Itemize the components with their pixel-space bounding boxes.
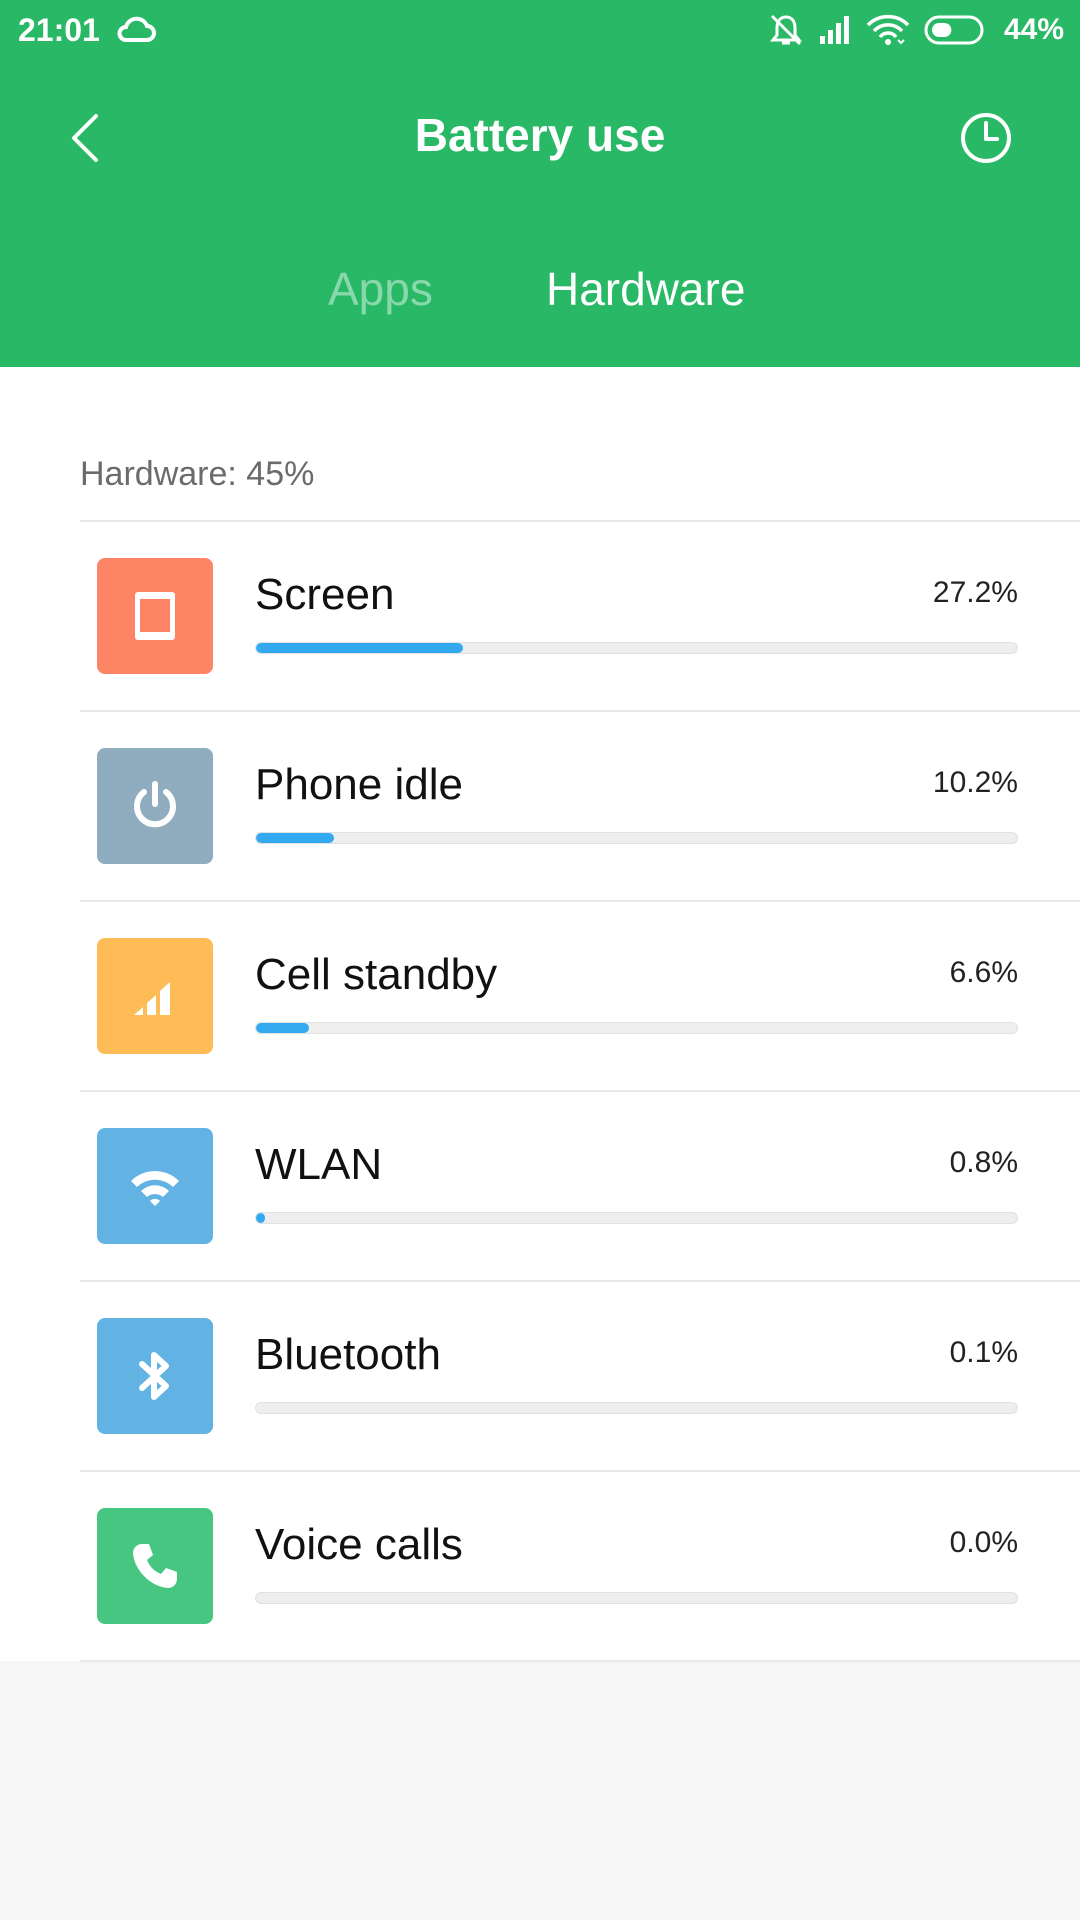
vibrate-mute-icon	[769, 14, 803, 46]
bluetooth-icon-tile	[97, 1318, 213, 1434]
usage-bar-fill	[256, 643, 463, 653]
usage-bar-fill	[256, 833, 334, 843]
item-label: Screen	[255, 570, 395, 619]
power-icon	[134, 781, 176, 828]
list-item-voice-calls[interactable]: Voice calls 0.0%	[80, 1472, 1080, 1662]
power-icon-tile	[97, 748, 213, 864]
list-item-cell-standby[interactable]: Cell standby 6.6%	[80, 902, 1080, 1092]
signal-icon	[819, 16, 849, 44]
cloud-icon	[117, 16, 156, 42]
list-item-phone-idle[interactable]: Phone idle 10.2%	[80, 712, 1080, 902]
bluetooth-icon	[139, 1352, 169, 1400]
wifi-icon-tile	[97, 1128, 213, 1244]
item-percent: 6.6%	[949, 956, 1018, 989]
clock-icon	[961, 113, 1011, 163]
usage-bar	[255, 642, 1018, 654]
usage-bar	[255, 1402, 1018, 1414]
item-percent: 0.0%	[949, 1526, 1018, 1559]
item-label: Voice calls	[255, 1520, 463, 1569]
usage-bar	[255, 1212, 1018, 1224]
screen-icon-tile	[97, 558, 213, 674]
item-percent: 0.8%	[949, 1146, 1018, 1179]
tab-apps[interactable]: Apps	[328, 262, 433, 316]
status-time: 21:01	[18, 12, 100, 48]
section-title: Hardware: 45%	[80, 455, 315, 493]
phone-icon-tile	[97, 1508, 213, 1624]
item-percent: 0.1%	[949, 1336, 1018, 1369]
list-item-screen[interactable]: Screen 27.2%	[80, 522, 1080, 712]
usage-bar	[255, 1022, 1018, 1034]
app-header: 21:01 44% Battery use Apps Hardware	[0, 0, 1080, 367]
battery-percent: 44%	[1003, 13, 1064, 46]
wifi-icon	[866, 14, 910, 45]
usage-bar	[255, 1592, 1018, 1604]
item-label: Cell standby	[255, 950, 498, 999]
content-panel: Hardware: 45% Screen 27.2% Phone idle 10…	[0, 367, 1080, 1662]
hardware-list: Screen 27.2% Phone idle 10.2% Cell stand…	[0, 522, 1080, 1662]
screen-icon	[135, 592, 175, 640]
item-percent: 10.2%	[932, 766, 1018, 799]
wifi-icon	[131, 1171, 179, 1206]
cell-signal-icon-tile	[97, 938, 213, 1054]
cell-signal-icon	[134, 982, 170, 1015]
tab-bar: Apps Hardware	[0, 262, 1080, 322]
item-label: Phone idle	[255, 760, 463, 809]
item-label: WLAN	[255, 1140, 383, 1189]
page-title: Battery use	[414, 109, 666, 161]
list-item-bluetooth[interactable]: Bluetooth 0.1%	[80, 1282, 1080, 1472]
battery-icon	[924, 15, 984, 45]
status-bar: 21:01 44%	[0, 0, 1080, 60]
history-button[interactable]	[958, 110, 1014, 166]
item-percent: 27.2%	[932, 576, 1018, 609]
item-label: Bluetooth	[255, 1330, 441, 1379]
usage-bar-fill	[256, 1213, 266, 1223]
status-icons: 44%	[768, 10, 1064, 50]
usage-bar	[255, 832, 1018, 844]
list-item-wlan[interactable]: WLAN 0.8%	[80, 1092, 1080, 1282]
phone-icon	[133, 1544, 177, 1588]
tab-hardware[interactable]: Hardware	[546, 262, 745, 316]
usage-bar-fill	[256, 1023, 310, 1033]
